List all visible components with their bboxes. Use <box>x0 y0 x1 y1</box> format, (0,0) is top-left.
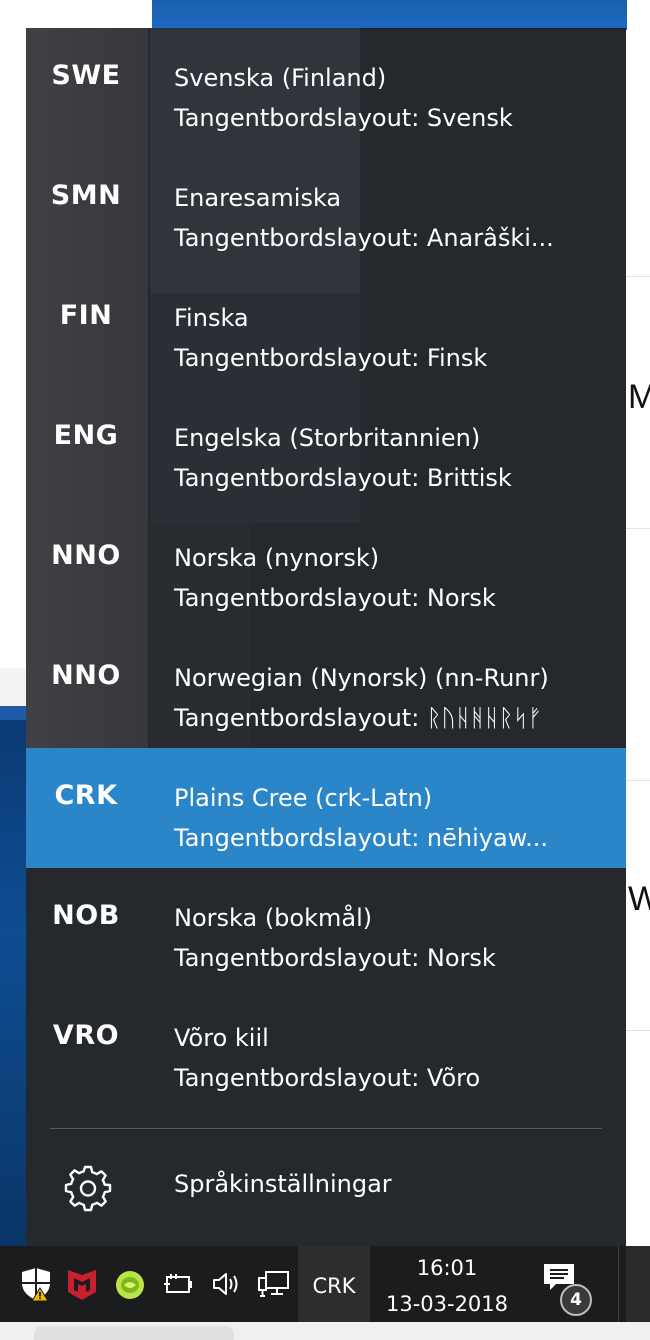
language-code: VRO <box>52 1020 120 1051</box>
taskbar: CRK 16:01 13-03-2018 4 <box>0 1246 627 1322</box>
language-flyout: SWE Svenska (Finland) Tangentbordslayout… <box>26 28 626 1246</box>
language-item-vro[interactable]: VRO Võro kiil Tangentbordslayout: Võro <box>26 988 626 1108</box>
keyboard-layout: Tangentbordslayout: Norsk <box>174 944 496 972</box>
language-name: Finska <box>174 304 249 332</box>
action-center-button[interactable]: 4 <box>532 1256 594 1318</box>
notification-count-badge: 4 <box>560 1284 592 1316</box>
background-text-1: MB <box>628 378 650 416</box>
language-name: Svenska (Finland) <box>174 64 387 92</box>
desktop-wallpaper-fragment <box>0 720 26 1250</box>
background-text-2: W <box>628 880 650 918</box>
language-item-smn[interactable]: SMN Enaresamiska Tangentbordslayout: Ana… <box>26 148 626 268</box>
clock-time: 16:01 <box>416 1256 478 1280</box>
clock-date: 13-03-2018 <box>385 1292 509 1316</box>
background-window-titlebar <box>152 0 627 30</box>
language-item-swe[interactable]: SWE Svenska (Finland) Tangentbordslayout… <box>26 28 626 148</box>
keyboard-layout: Tangentbordslayout: Norsk <box>174 584 496 612</box>
language-item-fin[interactable]: FIN Finska Tangentbordslayout: Finsk <box>26 268 626 388</box>
power-plug-icon[interactable] <box>160 1266 196 1302</box>
taskbar-clock[interactable]: 16:01 13-03-2018 <box>372 1246 522 1322</box>
volume-icon[interactable] <box>208 1266 244 1302</box>
language-item-nob[interactable]: NOB Norska (bokmål) Tangentbordslayout: … <box>26 868 626 988</box>
language-code: SWE <box>51 60 121 91</box>
background-window-fragment <box>0 668 26 708</box>
language-code: NNO <box>51 540 121 571</box>
mcafee-icon[interactable] <box>64 1266 100 1302</box>
language-item-nno[interactable]: NNO Norska (nynorsk) Tangentbordslayout:… <box>26 508 626 628</box>
background-fragment <box>626 1246 650 1322</box>
language-item-eng[interactable]: ENG Engelska (Storbritannien) Tangentbor… <box>26 388 626 508</box>
language-name: Engelska (Storbritannien) <box>174 424 481 452</box>
keyboard-layout: Tangentbordslayout: ᚱᚢᚺᚻᚺᚱᛋᚠ <box>174 704 543 732</box>
language-item-nno-runr[interactable]: NNO Norwegian (Nynorsk) (nn-Runr) Tangen… <box>26 628 626 748</box>
keyboard-layout: Tangentbordslayout: Anarâški... <box>174 224 554 252</box>
divider <box>50 1128 602 1129</box>
language-settings-label: Språkinställningar <box>174 1170 392 1198</box>
language-name: Võro kiil <box>174 1024 269 1052</box>
language-code: NOB <box>52 900 120 931</box>
language-code: FIN <box>59 300 113 331</box>
language-name: Norska (bokmål) <box>174 904 373 932</box>
background-bottom-fragment <box>34 1326 234 1340</box>
language-item-crk[interactable]: CRK Plains Cree (crk-Latn) Tangentbordsl… <box>26 748 626 868</box>
language-code: SMN <box>50 180 122 211</box>
language-settings-link[interactable]: Språkinställningar <box>26 1150 626 1222</box>
input-language-indicator[interactable]: CRK <box>298 1246 370 1322</box>
language-name: Enaresamiska <box>174 184 342 212</box>
language-code: ENG <box>53 420 119 451</box>
language-name: Norwegian (Nynorsk) (nn-Runr) <box>174 664 549 692</box>
lime-app-icon[interactable] <box>112 1266 148 1302</box>
keyboard-layout: Tangentbordslayout: Svensk <box>174 104 513 132</box>
gear-icon <box>64 1165 112 1212</box>
language-name: Norska (nynorsk) <box>174 544 380 572</box>
keyboard-layout: Tangentbordslayout: Võro <box>174 1064 481 1092</box>
language-code: CRK <box>54 780 118 811</box>
keyboard-layout: Tangentbordslayout: Finsk <box>174 344 488 372</box>
network-icon[interactable] <box>256 1266 292 1302</box>
keyboard-layout: Tangentbordslayout: Brittisk <box>174 464 512 492</box>
language-name: Plains Cree (crk-Latn) <box>174 784 433 812</box>
language-list: SWE Svenska (Finland) Tangentbordslayout… <box>26 28 626 1108</box>
windows-defender-warning-icon[interactable] <box>18 1266 54 1302</box>
keyboard-layout: Tangentbordslayout: nēhiyaw... <box>174 824 549 852</box>
language-code: NNO <box>51 660 121 691</box>
